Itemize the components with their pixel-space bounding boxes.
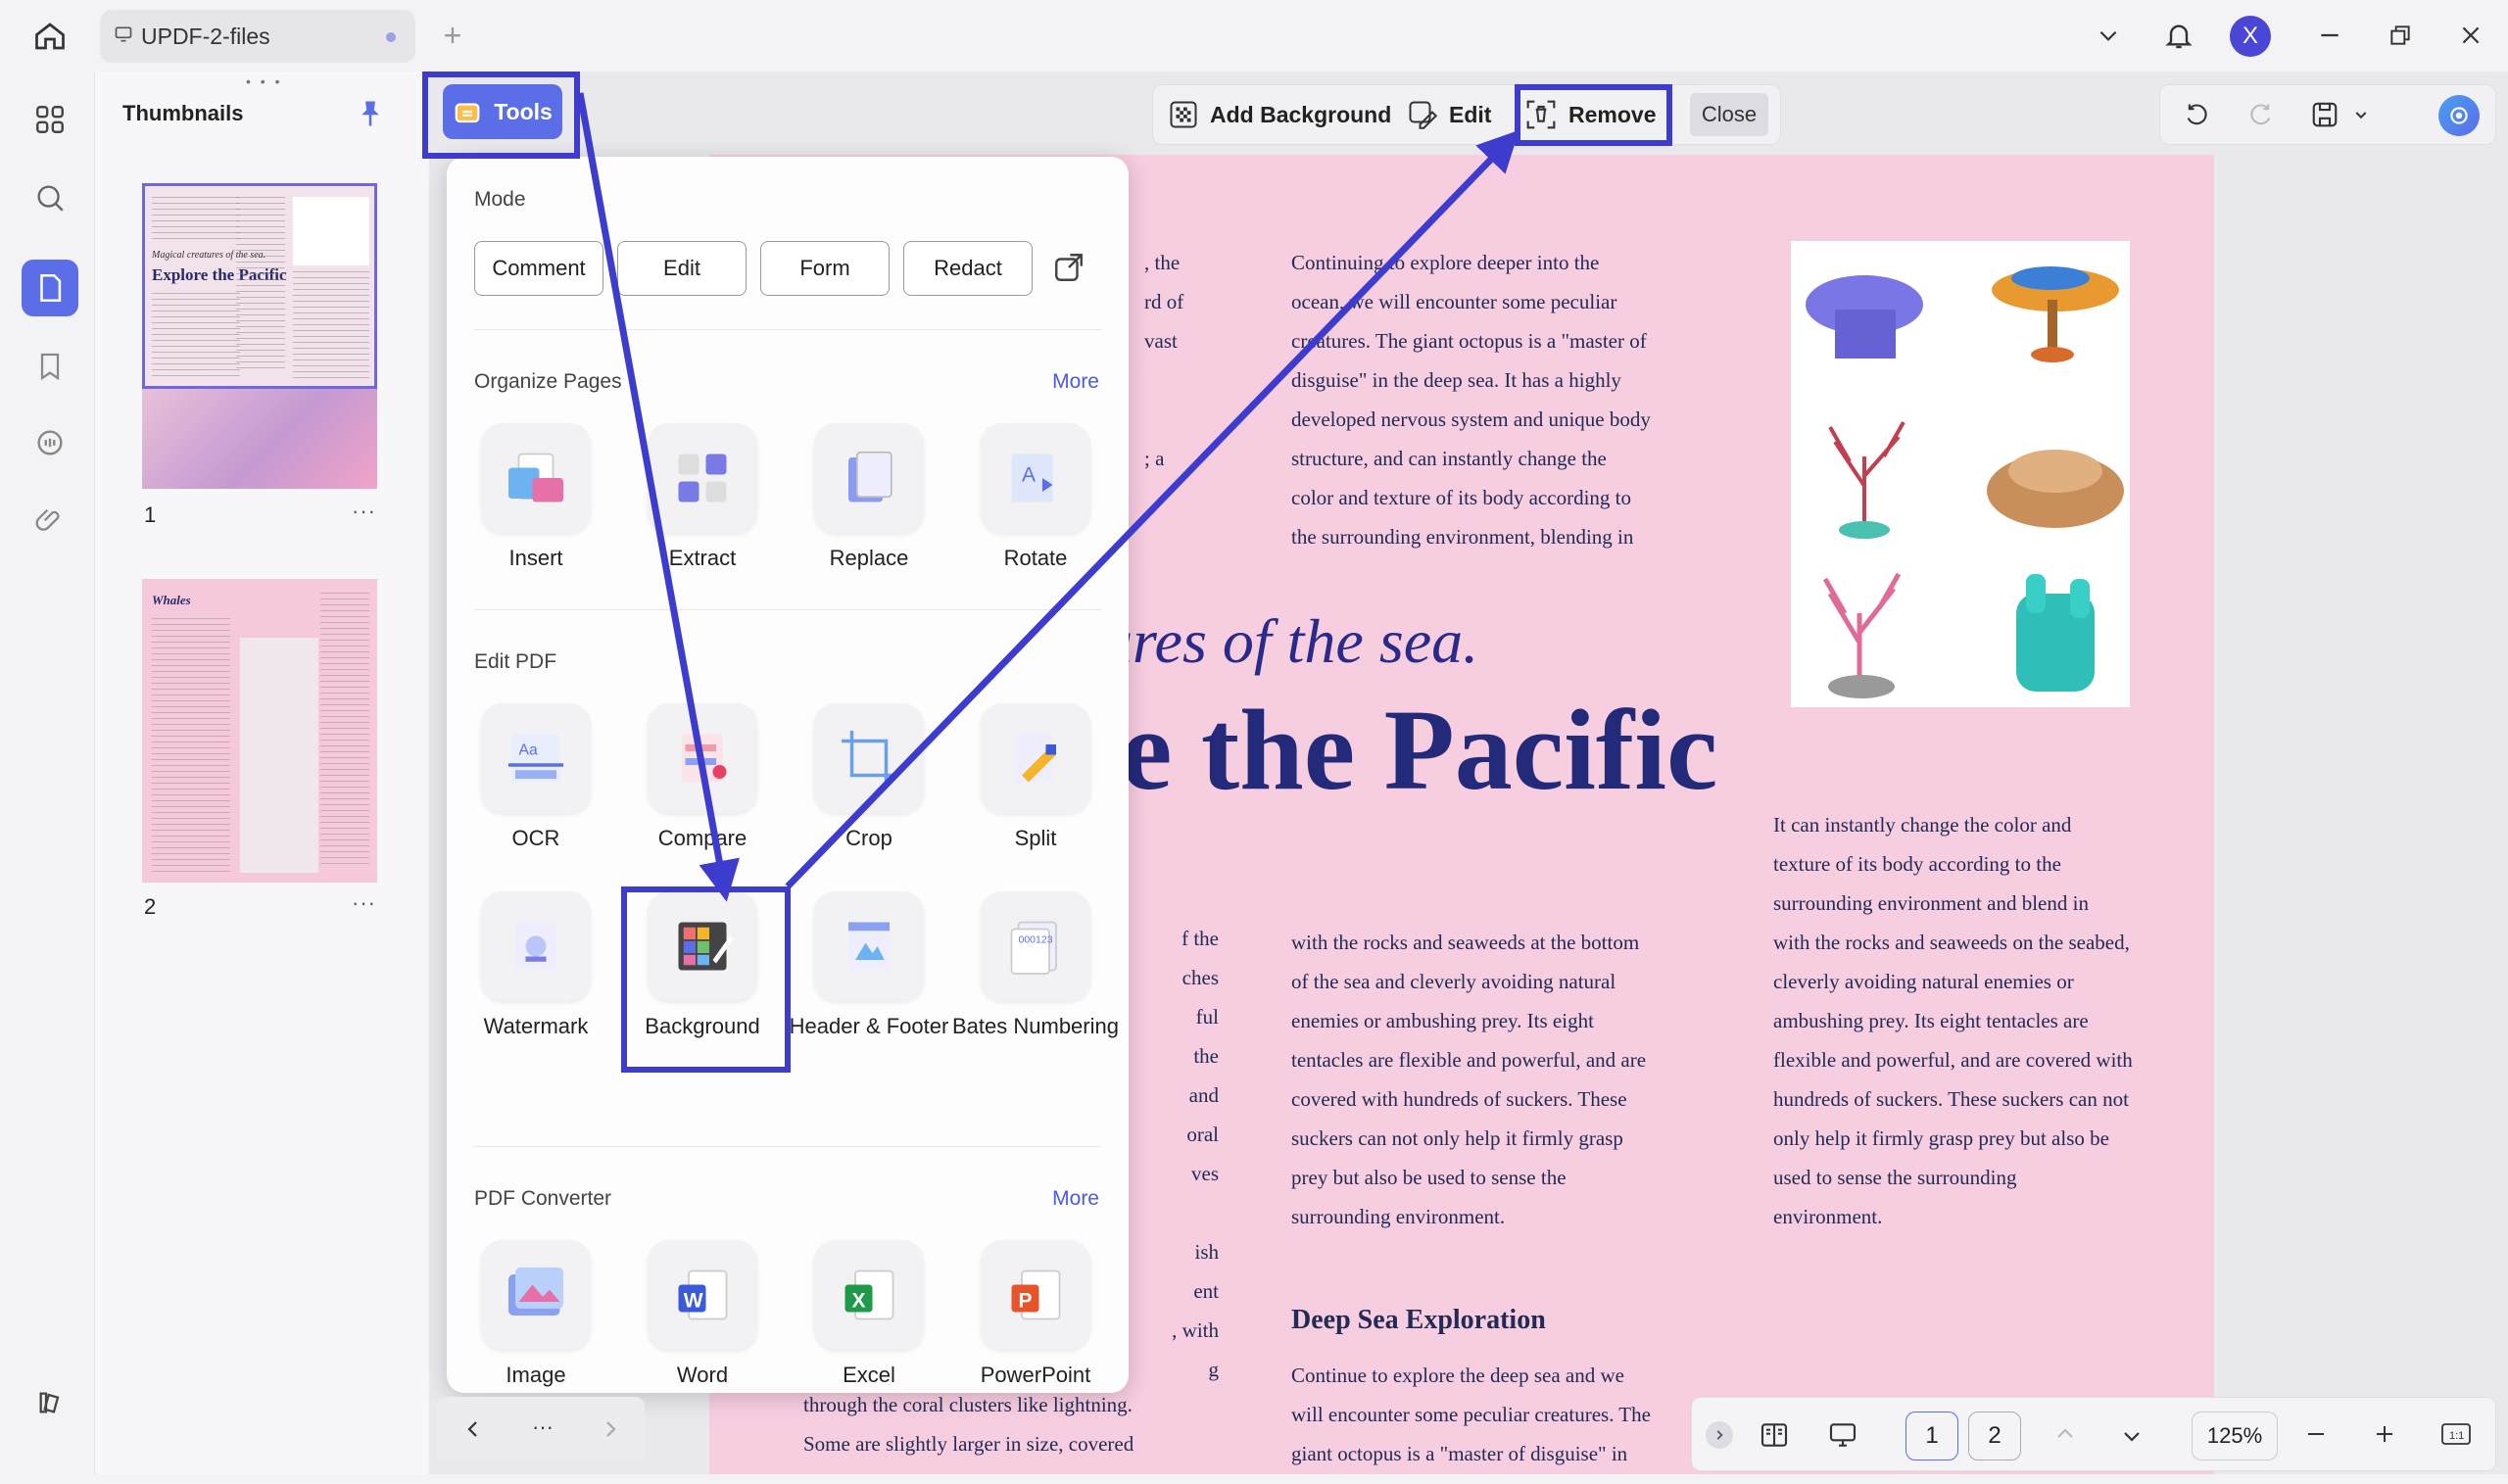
annotation-arrows [576, 92, 1519, 902]
arrow-tools-to-background [576, 92, 740, 902]
arrow-background-to-remove [785, 129, 1519, 889]
